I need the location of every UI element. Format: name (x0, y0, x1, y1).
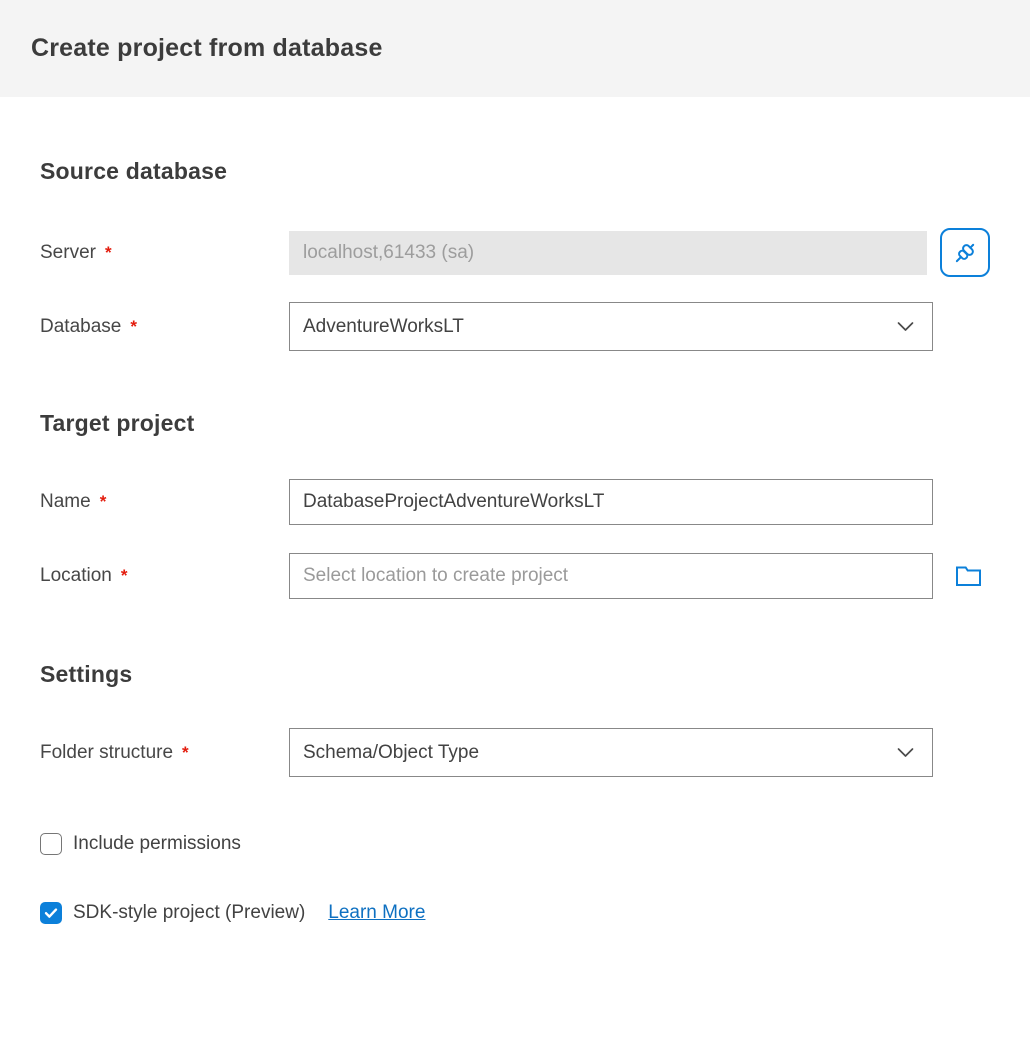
project-name-input[interactable] (289, 479, 933, 525)
folder-structure-dropdown[interactable]: Schema/Object Type (289, 728, 933, 777)
learn-more-link[interactable]: Learn More (328, 902, 425, 924)
checkmark-icon (43, 905, 59, 921)
server-row: Server* (40, 228, 990, 277)
name-label: Name* (40, 491, 289, 513)
include-permissions-checkbox[interactable] (40, 833, 62, 855)
database-row: Database* AdventureWorksLT (40, 302, 990, 351)
sdk-style-label: SDK-style project (Preview) (73, 902, 305, 924)
dialog-header: Create project from database (0, 0, 1030, 97)
location-input[interactable] (289, 553, 933, 599)
name-row: Name* (40, 479, 990, 525)
dialog-body: Source database Server* Database* (0, 97, 1030, 964)
required-asterisk: * (100, 492, 107, 511)
required-asterisk: * (105, 243, 112, 262)
include-permissions-row: Include permissions (40, 833, 990, 855)
browse-location-button[interactable] (955, 564, 982, 588)
server-label: Server* (40, 242, 289, 264)
location-row: Location* (40, 553, 990, 599)
required-asterisk: * (130, 317, 137, 336)
sdk-style-row: SDK-style project (Preview) Learn More (40, 902, 990, 924)
chevron-down-icon (894, 315, 917, 338)
folder-structure-dropdown-value: Schema/Object Type (303, 742, 479, 764)
section-heading-settings: Settings (40, 661, 990, 688)
section-heading-target-project: Target project (40, 410, 990, 437)
section-heading-source-database: Source database (40, 97, 990, 185)
sdk-style-checkbox[interactable] (40, 902, 62, 924)
chevron-down-icon (894, 741, 917, 764)
include-permissions-label: Include permissions (73, 833, 241, 855)
server-input (289, 231, 927, 275)
required-asterisk: * (182, 743, 189, 762)
dialog-title: Create project from database (31, 34, 383, 63)
location-label: Location* (40, 565, 289, 587)
connect-server-button[interactable] (940, 228, 990, 277)
folder-structure-row: Folder structure* Schema/Object Type (40, 728, 990, 777)
database-dropdown[interactable]: AdventureWorksLT (289, 302, 933, 351)
folder-structure-label: Folder structure* (40, 742, 289, 764)
database-dropdown-value: AdventureWorksLT (303, 316, 464, 338)
database-label: Database* (40, 316, 289, 338)
required-asterisk: * (121, 566, 128, 585)
plug-icon (950, 238, 980, 268)
folder-icon (955, 564, 982, 588)
